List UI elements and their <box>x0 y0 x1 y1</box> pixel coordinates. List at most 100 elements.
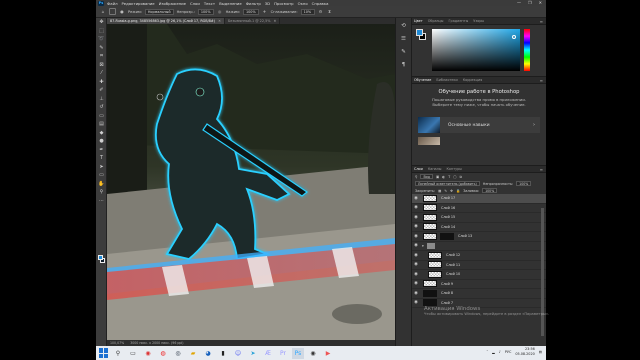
windows-start-icon[interactable] <box>99 348 109 358</box>
home-icon[interactable]: ⌂ <box>100 9 106 15</box>
eye-icon[interactable]: ◉ <box>412 243 420 248</box>
menu-3d[interactable]: 3D <box>265 1 270 6</box>
blur-tool-icon[interactable]: ◆ <box>97 129 106 138</box>
tab-gradients[interactable]: Градиенты <box>448 19 468 23</box>
eye-icon[interactable]: ◉ <box>412 291 420 296</box>
healing-tool-icon[interactable]: ✚ <box>97 78 106 87</box>
layer-kind-select[interactable]: Вид <box>420 174 433 179</box>
menu-layers[interactable]: Слои <box>190 1 200 6</box>
epic-games-icon[interactable]: ▮ <box>217 348 229 359</box>
blend-mode-select[interactable]: Линейный осветлитель (добавить) <box>415 181 480 186</box>
lock-position-icon[interactable]: ✥ <box>450 189 453 193</box>
brush-settings-icon[interactable]: ✎ <box>399 47 409 57</box>
gradient-tool-icon[interactable]: ▤ <box>97 120 106 129</box>
uplay-icon[interactable]: ◕ <box>202 348 214 359</box>
layer-mask-thumbnail[interactable] <box>440 232 454 240</box>
dodge-tool-icon[interactable]: ● <box>97 137 106 146</box>
layer-fill-field[interactable]: 100% <box>482 188 498 193</box>
eraser-tool-icon[interactable]: ▭ <box>97 112 106 121</box>
file-explorer-icon[interactable]: ▰ <box>187 348 199 359</box>
eye-icon[interactable]: ◉ <box>412 272 420 277</box>
close-button[interactable]: ✕ <box>539 0 542 5</box>
menu-edit[interactable]: Редактирование <box>122 1 155 6</box>
menu-filter[interactable]: Фильтр <box>246 1 261 6</box>
type-tool-icon[interactable]: T <box>97 154 106 163</box>
menu-image[interactable]: Изображение <box>159 1 186 6</box>
volume-icon[interactable]: ♪ <box>499 350 501 354</box>
filter-shape-icon[interactable]: ▢ <box>453 175 456 179</box>
quick-select-tool-icon[interactable]: ✎ <box>97 44 106 53</box>
layer-row[interactable]: ◉ Слой 10 <box>412 270 546 280</box>
layer-row[interactable]: ◉ Слой 9 <box>412 280 546 289</box>
eye-icon[interactable]: ◉ <box>412 224 420 229</box>
menu-select[interactable]: Выделение <box>219 1 242 6</box>
properties-icon[interactable]: ☰ <box>399 34 409 44</box>
shape-tool-icon[interactable]: ▭ <box>97 171 106 180</box>
filter-pixel-icon[interactable]: ▣ <box>436 175 439 179</box>
chevron-down-icon[interactable]: ▾ <box>422 244 424 248</box>
search-icon[interactable]: ⚲ <box>112 348 124 359</box>
filter-adjustment-icon[interactable]: ◐ <box>442 175 445 179</box>
brush-tool-icon[interactable]: ✐ <box>97 86 106 95</box>
layer-opacity-field[interactable]: 100% <box>516 181 532 186</box>
lock-all-icon[interactable]: 🔒 <box>456 189 460 193</box>
tab-learn[interactable]: Обучение <box>414 78 431 82</box>
panel-menu-icon[interactable]: ≡ <box>540 167 543 172</box>
tab-adjustments[interactable]: Коррекция <box>463 78 482 82</box>
lock-transparency-icon[interactable]: ▦ <box>438 189 441 193</box>
marquee-tool-icon[interactable]: ⬚ <box>97 27 106 36</box>
tab-layers[interactable]: Слои <box>414 167 423 171</box>
color-saturation-field[interactable] <box>432 29 520 71</box>
layers-scrollbar[interactable] <box>541 208 544 336</box>
menu-file[interactable]: Файл <box>107 1 118 6</box>
input-language[interactable]: РУС <box>505 350 511 354</box>
opacity-field[interactable]: 100% <box>197 8 214 15</box>
smoothing-field[interactable]: 10% <box>300 8 315 15</box>
discord-icon[interactable]: ☺ <box>232 348 244 359</box>
hand-tool-icon[interactable]: ✋ <box>97 180 106 189</box>
minimize-button[interactable]: — <box>517 0 521 5</box>
foreground-color-chip[interactable] <box>416 29 423 36</box>
media-player-icon[interactable]: ▶ <box>322 348 334 359</box>
close-icon[interactable]: ✕ <box>273 19 276 23</box>
brush-preset-icon[interactable] <box>109 8 116 15</box>
layer-group-row[interactable]: ◉ ▾ <box>412 242 546 251</box>
after-effects-icon[interactable]: Æ <box>262 348 274 359</box>
pressure-field[interactable]: 100% <box>242 8 259 15</box>
close-icon[interactable]: ✕ <box>218 19 221 23</box>
learn-card-thumbnail-2[interactable] <box>418 137 440 145</box>
chrome-icon[interactable]: ◉ <box>142 348 154 359</box>
more-tools-icon[interactable]: ⋯ <box>97 197 106 206</box>
zoom-tool-icon[interactable]: ⚲ <box>97 188 106 197</box>
eye-icon[interactable]: ◉ <box>412 234 420 239</box>
menu-type[interactable]: Текст <box>204 1 215 6</box>
frame-tool-icon[interactable]: ⊠ <box>97 61 106 70</box>
history-brush-tool-icon[interactable]: ↺ <box>97 103 106 112</box>
path-select-tool-icon[interactable]: ➤ <box>97 163 106 172</box>
maximize-button[interactable]: ❐ <box>528 0 532 5</box>
lock-pixels-icon[interactable]: ✎ <box>444 189 447 193</box>
tab-patterns[interactable]: Узоры <box>473 19 484 23</box>
menu-window[interactable]: Окно <box>298 1 308 6</box>
panel-menu-icon[interactable]: ≡ <box>540 78 543 83</box>
foreground-color-swatch[interactable] <box>98 255 103 260</box>
tab-libraries[interactable]: Библиотеки <box>436 78 457 82</box>
menu-view[interactable]: Просмотр <box>274 1 294 6</box>
eyedropper-tool-icon[interactable]: ⁄ <box>97 69 106 78</box>
lasso-tool-icon[interactable]: ➰ <box>97 35 106 44</box>
eye-icon[interactable]: ◉ <box>412 262 420 267</box>
tab-color[interactable]: Цвет <box>414 19 423 23</box>
yandex-browser-icon[interactable]: ◍ <box>157 348 169 359</box>
layer-row[interactable]: ◉ Слой 11 <box>412 261 546 270</box>
tab-paths[interactable]: Контуры <box>446 167 462 171</box>
eye-icon[interactable]: ◉ <box>412 215 420 220</box>
airbrush-icon[interactable]: ✈ <box>262 9 268 15</box>
task-view-icon[interactable]: ▭ <box>127 348 139 359</box>
layer-row[interactable]: ◉ Слой 12 <box>412 251 546 261</box>
hue-slider[interactable] <box>524 29 530 71</box>
pen-tool-icon[interactable]: ✒ <box>97 146 106 155</box>
tab-swatches[interactable]: Образцы <box>428 19 444 23</box>
paragraph-icon[interactable]: ¶ <box>399 60 409 70</box>
eye-icon[interactable]: ◉ <box>412 196 420 201</box>
filter-smart-icon[interactable]: ⧉ <box>459 175 461 179</box>
